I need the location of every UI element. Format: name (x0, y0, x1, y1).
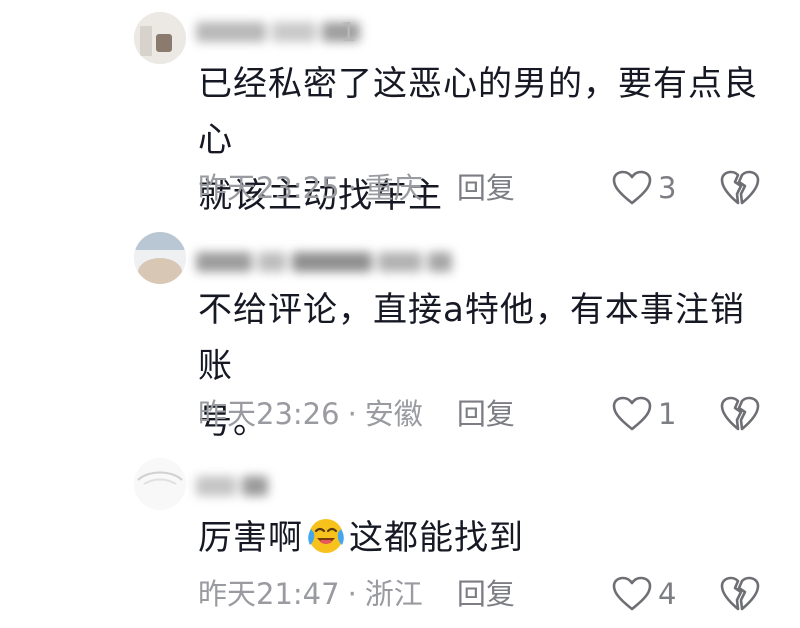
comment-text-line: 不给评论，直接a特他，有本事注销账 (198, 290, 745, 386)
reply-button[interactable]: 回复 (457, 397, 515, 431)
comment-text-segment: 这都能找到 (349, 518, 524, 558)
comment-meta: 昨天23:25 · 重庆 回复 (198, 168, 515, 208)
heart-outline-icon (612, 396, 652, 431)
like-button[interactable]: 1 (612, 394, 676, 434)
username-fragment: 1 (340, 18, 357, 48)
avatar-image (134, 458, 186, 510)
comment-text: 厉害啊 这都能找到 (198, 510, 778, 566)
separator-dot: · (347, 397, 357, 431)
separator-dot: · (347, 577, 357, 611)
comment-text-line: 已经私密了这恶心的男的，要有点良心 (198, 64, 758, 160)
avatar-image (134, 12, 186, 64)
comment-time: 昨天21:47 (198, 577, 340, 611)
dislike-button[interactable] (720, 394, 760, 434)
comment-location: 安徽 (364, 397, 423, 431)
avatar[interactable] (134, 12, 186, 64)
avatar[interactable] (134, 458, 186, 510)
dislike-button[interactable] (720, 574, 760, 614)
heart-outline-icon (612, 170, 652, 205)
broken-heart-icon (720, 576, 760, 611)
comment-text-segment: 厉害啊 (198, 518, 303, 558)
comment-list: 1 已经私密了这恶心的男的，要有点良心 就该主动找车主 昨天23:25 · 重庆 回复… (0, 0, 800, 628)
comment-meta: 昨天23:26 · 安徽 回复 (198, 394, 515, 434)
comment-location: 重庆 (364, 171, 423, 205)
like-button[interactable]: 4 (612, 574, 676, 614)
reply-button[interactable]: 回复 (457, 171, 515, 205)
like-count: 1 (658, 397, 677, 431)
comment-location: 浙江 (364, 577, 423, 611)
like-count: 3 (658, 171, 677, 205)
broken-heart-icon (720, 396, 760, 431)
username-blurred[interactable] (196, 476, 274, 502)
broken-heart-icon (720, 170, 760, 205)
reply-button[interactable]: 回复 (457, 577, 515, 611)
heart-outline-icon (612, 576, 652, 611)
avatar-image (134, 232, 186, 284)
avatar[interactable] (134, 232, 186, 284)
comment-meta: 昨天21:47 · 浙江 回复 (198, 574, 515, 614)
like-count: 4 (658, 577, 677, 611)
dislike-button[interactable] (720, 168, 760, 208)
separator-dot: · (347, 171, 357, 205)
username-blurred[interactable] (196, 252, 458, 278)
crying-laughing-emoji (308, 519, 344, 553)
comment-time: 昨天23:25 (198, 171, 340, 205)
comment-time: 昨天23:26 (198, 397, 340, 431)
like-button[interactable]: 3 (612, 168, 676, 208)
